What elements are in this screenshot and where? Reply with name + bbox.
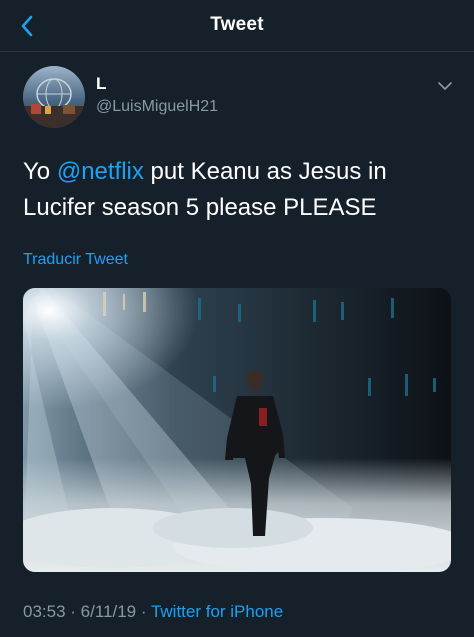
chevron-down-icon xyxy=(438,82,452,90)
tweet-media-image[interactable] xyxy=(23,288,451,572)
top-bar: Tweet xyxy=(0,0,474,52)
client-link[interactable]: Twitter for iPhone xyxy=(151,602,283,621)
meta-separator: · xyxy=(136,602,151,621)
tweet-metadata: 03:53 · 6/11/19 · Twitter for iPhone xyxy=(23,602,283,622)
avatar[interactable] xyxy=(23,66,85,128)
user-handle[interactable]: @LuisMiguelH21 xyxy=(96,98,218,116)
media-photo xyxy=(23,288,451,572)
tweet-date: 6/11/19 xyxy=(80,602,137,621)
page-title: Tweet xyxy=(210,14,264,35)
translate-tweet-link[interactable]: Traducir Tweet xyxy=(23,251,128,269)
tweet-text-start: Yo xyxy=(23,158,57,185)
meta-separator: · xyxy=(65,602,81,621)
avatar-image xyxy=(23,66,85,128)
display-name[interactable]: L xyxy=(96,74,106,94)
mention-link[interactable]: @netflix xyxy=(57,158,144,185)
tweet-text: Yo @netflix put Keanu as Jesus in Lucife… xyxy=(23,154,453,226)
tweet-time: 03:53 xyxy=(23,602,66,621)
more-options-button[interactable] xyxy=(433,76,457,96)
